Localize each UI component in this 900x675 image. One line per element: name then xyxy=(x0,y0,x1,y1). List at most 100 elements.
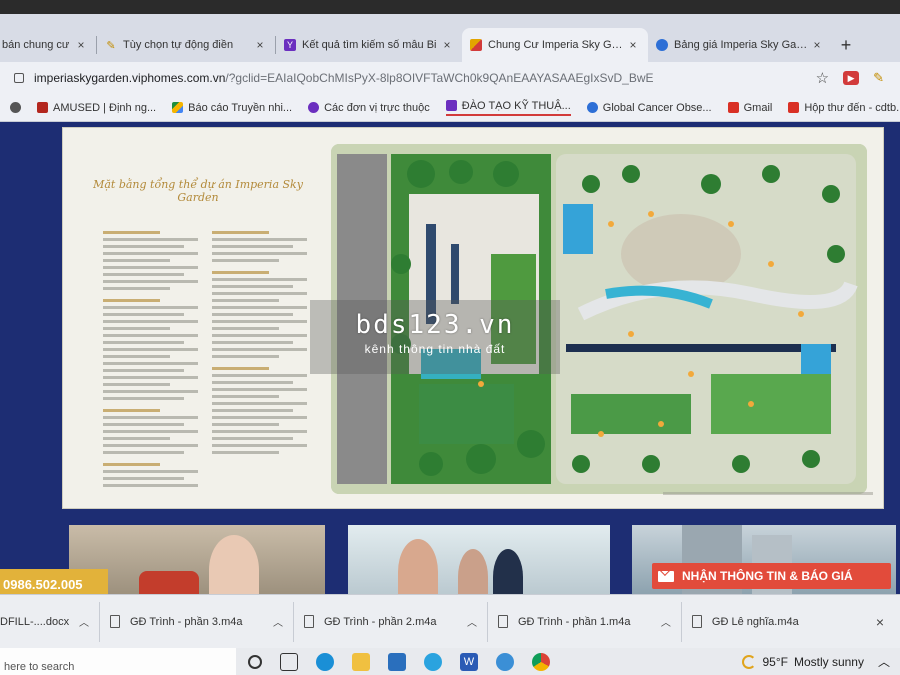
chevron-up-icon[interactable]: ︿ xyxy=(878,653,890,670)
chevron-up-icon[interactable]: ︿ xyxy=(273,614,283,629)
promo-card-2[interactable] xyxy=(348,525,610,594)
weather-widget[interactable]: 95°F Mostly sunny ︿ xyxy=(742,653,900,670)
close-icon[interactable]: × xyxy=(876,614,884,630)
downloads-bar: DFILL-....docx ︿ GĐ Trình - phần 3.m4a ︿… xyxy=(0,594,900,648)
tab-bar: bán chung cư × ✎ Tùy chọn tự động điền ×… xyxy=(0,14,900,62)
url-input[interactable]: imperiaskygarden.viphomes.com.vn/?gclid=… xyxy=(34,71,816,85)
download-name: GĐ Trình - phần 2.m4a xyxy=(323,615,437,628)
watermark: bds123.vn kênh thông tin nhà đất xyxy=(310,300,560,374)
new-tab-button[interactable]: + xyxy=(832,28,860,62)
tab-label: Bảng giá Imperia Sky Garden xyxy=(674,39,810,51)
taskbar: here to search W 95°F Mostly sunny ︿ xyxy=(0,648,900,675)
masterplan-footnote xyxy=(663,492,873,495)
bookmark-dao-tao[interactable]: ĐÀO TẠO KỸ THUẬ... xyxy=(445,99,571,116)
produce-photo xyxy=(139,571,199,594)
bookmark-label: Global Cancer Obse... xyxy=(602,101,712,114)
bookmark-globe[interactable] xyxy=(10,102,21,113)
pen-icon: ✎ xyxy=(106,39,116,52)
file-icon xyxy=(497,615,508,628)
extension-icon[interactable]: ▶ xyxy=(843,71,860,85)
hotline-badge[interactable]: 0986.502.005 xyxy=(0,569,108,594)
request-info-button[interactable]: NHẬN THÔNG TIN & BÁO GIÁ xyxy=(652,563,891,589)
circle-icon xyxy=(308,102,320,113)
close-icon[interactable]: × xyxy=(440,38,454,52)
request-info-label: NHẬN THÔNG TIN & BÁO GIÁ xyxy=(682,569,853,583)
url-host: imperiaskygarden.viphomes.com.vn xyxy=(34,71,226,85)
pen-icon[interactable]: ✎ xyxy=(873,70,884,86)
download-item[interactable]: DFILL-....docx ︿ xyxy=(0,601,100,642)
download-name: DFILL-....docx xyxy=(0,615,69,628)
bookmark-hop-thu[interactable]: Hộp thư đến - cdtb... xyxy=(788,102,900,114)
download-name: GĐ Lê nghĩa.m4a xyxy=(711,615,799,628)
url-path: /?gclid=EAIaIQobChMIsPyX-8lp8OIVFTaWCh0k… xyxy=(225,71,654,85)
square-icon xyxy=(445,100,457,111)
tab-label: Kết quả tìm kiếm số mẫu Bi xyxy=(302,39,437,51)
bookmark-bao-cao[interactable]: Báo cáo Truyền nhi... xyxy=(172,102,292,114)
close-icon[interactable]: × xyxy=(253,38,267,52)
close-icon[interactable]: × xyxy=(810,38,824,52)
bookmark-amused[interactable]: AMUSED | Định ng... xyxy=(37,102,156,114)
gmail-icon xyxy=(788,102,800,113)
watermark-brand: bds123.vn xyxy=(355,310,515,340)
tab-5[interactable]: Bảng giá Imperia Sky Garden × xyxy=(648,28,832,62)
star-icon[interactable]: ☆ xyxy=(816,69,829,87)
download-name: GĐ Trình - phần 3.m4a xyxy=(130,615,243,628)
tab-label: bán chung cư xyxy=(2,39,70,51)
person-photo xyxy=(458,549,488,594)
bookmark-label: Gmail xyxy=(743,101,773,114)
weather-temp: 95°F xyxy=(762,654,788,669)
word-icon[interactable]: W xyxy=(460,652,478,671)
weather-text: Mostly sunny xyxy=(793,654,864,669)
bookmark-cac-don-vi[interactable]: Các đơn vị trực thuộc xyxy=(308,102,430,114)
chrome-icon[interactable] xyxy=(532,652,550,671)
masterplan-legend: Mặt bằng tổng thể dự án Imperia Sky Gard… xyxy=(73,138,323,498)
task-view-icon[interactable] xyxy=(280,652,298,671)
cortana-icon[interactable] xyxy=(248,654,262,669)
search-icon xyxy=(656,39,668,51)
chevron-up-icon[interactable]: ︿ xyxy=(467,614,477,629)
telegram-icon[interactable] xyxy=(424,652,442,671)
tab-4[interactable]: Chung Cư Imperia Sky Garde × xyxy=(462,28,648,62)
edge-icon[interactable] xyxy=(316,652,334,671)
file-icon xyxy=(110,615,120,628)
globe-icon xyxy=(10,102,21,113)
web-page: Mặt bằng tổng thể dự án Imperia Sky Gard… xyxy=(0,122,900,594)
shield-icon xyxy=(37,102,48,113)
watermark-tagline: kênh thông tin nhà đất xyxy=(364,342,506,356)
close-icon[interactable]: × xyxy=(626,38,640,52)
chevron-up-icon[interactable]: ︿ xyxy=(79,614,89,629)
bookmark-label: ĐÀO TẠO KỸ THUẬ... xyxy=(461,99,571,112)
drive-icon xyxy=(172,102,184,113)
tab-1[interactable]: bán chung cư × xyxy=(0,28,96,62)
mail-icon xyxy=(658,570,674,582)
tab-2[interactable]: ✎ Tùy chọn tự động điền × xyxy=(97,28,275,62)
yahoo-icon: Y xyxy=(284,39,296,51)
bookmark-label: Các đơn vị trực thuộc xyxy=(324,101,430,114)
globe-icon xyxy=(586,102,598,113)
download-name: GĐ Trình - phần 1.m4a xyxy=(517,615,631,628)
download-item[interactable]: GĐ Trình - phần 2.m4a ︿ xyxy=(294,601,488,642)
download-item[interactable]: GĐ Trình - phần 3.m4a ︿ xyxy=(100,601,294,642)
close-icon[interactable]: × xyxy=(74,38,88,52)
masterplan-title: Mặt bằng tổng thể dự án Imperia Sky Gard… xyxy=(93,178,303,204)
sun-icon xyxy=(742,654,757,669)
bookmark-label: Hộp thư đến - cdtb... xyxy=(804,101,900,114)
person-photo xyxy=(493,549,523,594)
bookmark-global-cancer[interactable]: Global Cancer Obse... xyxy=(586,101,712,114)
taskbar-search[interactable]: here to search xyxy=(0,648,236,675)
tab-3[interactable]: Y Kết quả tìm kiếm số mẫu Bi × xyxy=(276,28,462,62)
file-explorer-icon[interactable] xyxy=(352,652,370,671)
file-icon xyxy=(303,615,314,628)
download-item[interactable]: GĐ Lê nghĩa.m4a xyxy=(682,602,876,642)
bookmarks-bar: AMUSED | Định ng... Báo cáo Truyền nhi..… xyxy=(0,94,900,122)
chevron-up-icon[interactable]: ︿ xyxy=(661,614,671,629)
bookmark-label: Báo cáo Truyền nhi... xyxy=(188,101,293,114)
internet-explorer-icon[interactable] xyxy=(496,652,514,671)
person-photo xyxy=(209,535,259,594)
bookmark-gmail[interactable]: Gmail xyxy=(727,101,773,114)
download-item[interactable]: GĐ Trình - phần 1.m4a ︿ xyxy=(488,601,682,642)
legend-column-left xyxy=(103,222,198,491)
site-icon xyxy=(470,39,482,51)
mail-icon[interactable] xyxy=(388,652,406,671)
lock-icon[interactable] xyxy=(14,73,24,83)
